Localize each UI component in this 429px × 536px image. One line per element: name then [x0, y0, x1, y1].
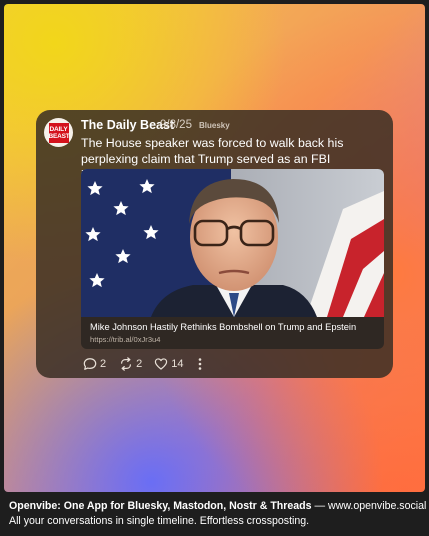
reply-count: 2: [100, 358, 107, 370]
reply-button[interactable]: 2: [83, 357, 106, 371]
reply-icon: [83, 358, 97, 370]
post-date: 9/8/25: [160, 119, 192, 131]
promo-line-1: Openvibe: One App for Bluesky, Mastodon,…: [9, 499, 426, 514]
promo-site[interactable]: www.openvibe.social: [328, 500, 426, 512]
promo-footer: Openvibe: One App for Bluesky, Mastodon,…: [9, 499, 426, 529]
more-icon: [198, 358, 201, 370]
promo-separator: —: [311, 500, 329, 512]
repost-count: 2: [136, 358, 143, 370]
like-button[interactable]: 14: [154, 357, 184, 371]
like-count: 14: [171, 358, 184, 370]
link-preview-image: [81, 169, 384, 317]
repost-button[interactable]: 2: [119, 357, 142, 371]
network-badge: Bluesky: [199, 121, 230, 130]
link-preview[interactable]: Mike Johnson Hastily Rethinks Bombshell …: [81, 169, 384, 349]
promo-title: Openvibe: One App for Bluesky, Mastodon,…: [9, 500, 312, 512]
repost-icon: [121, 357, 132, 371]
promo-tagline: All your conversations in single timelin…: [9, 515, 310, 527]
heart-icon: [155, 358, 168, 370]
post-actions: 2 2 14: [83, 356, 202, 372]
avatar[interactable]: DAILY BEAST: [44, 118, 73, 147]
daily-beast-logo: DAILY BEAST: [48, 122, 70, 143]
link-title: Mike Johnson Hastily Rethinks Bombshell …: [90, 322, 357, 332]
link-url: https://trib.al/0xJr3u4: [90, 335, 161, 344]
more-button[interactable]: [198, 357, 202, 371]
